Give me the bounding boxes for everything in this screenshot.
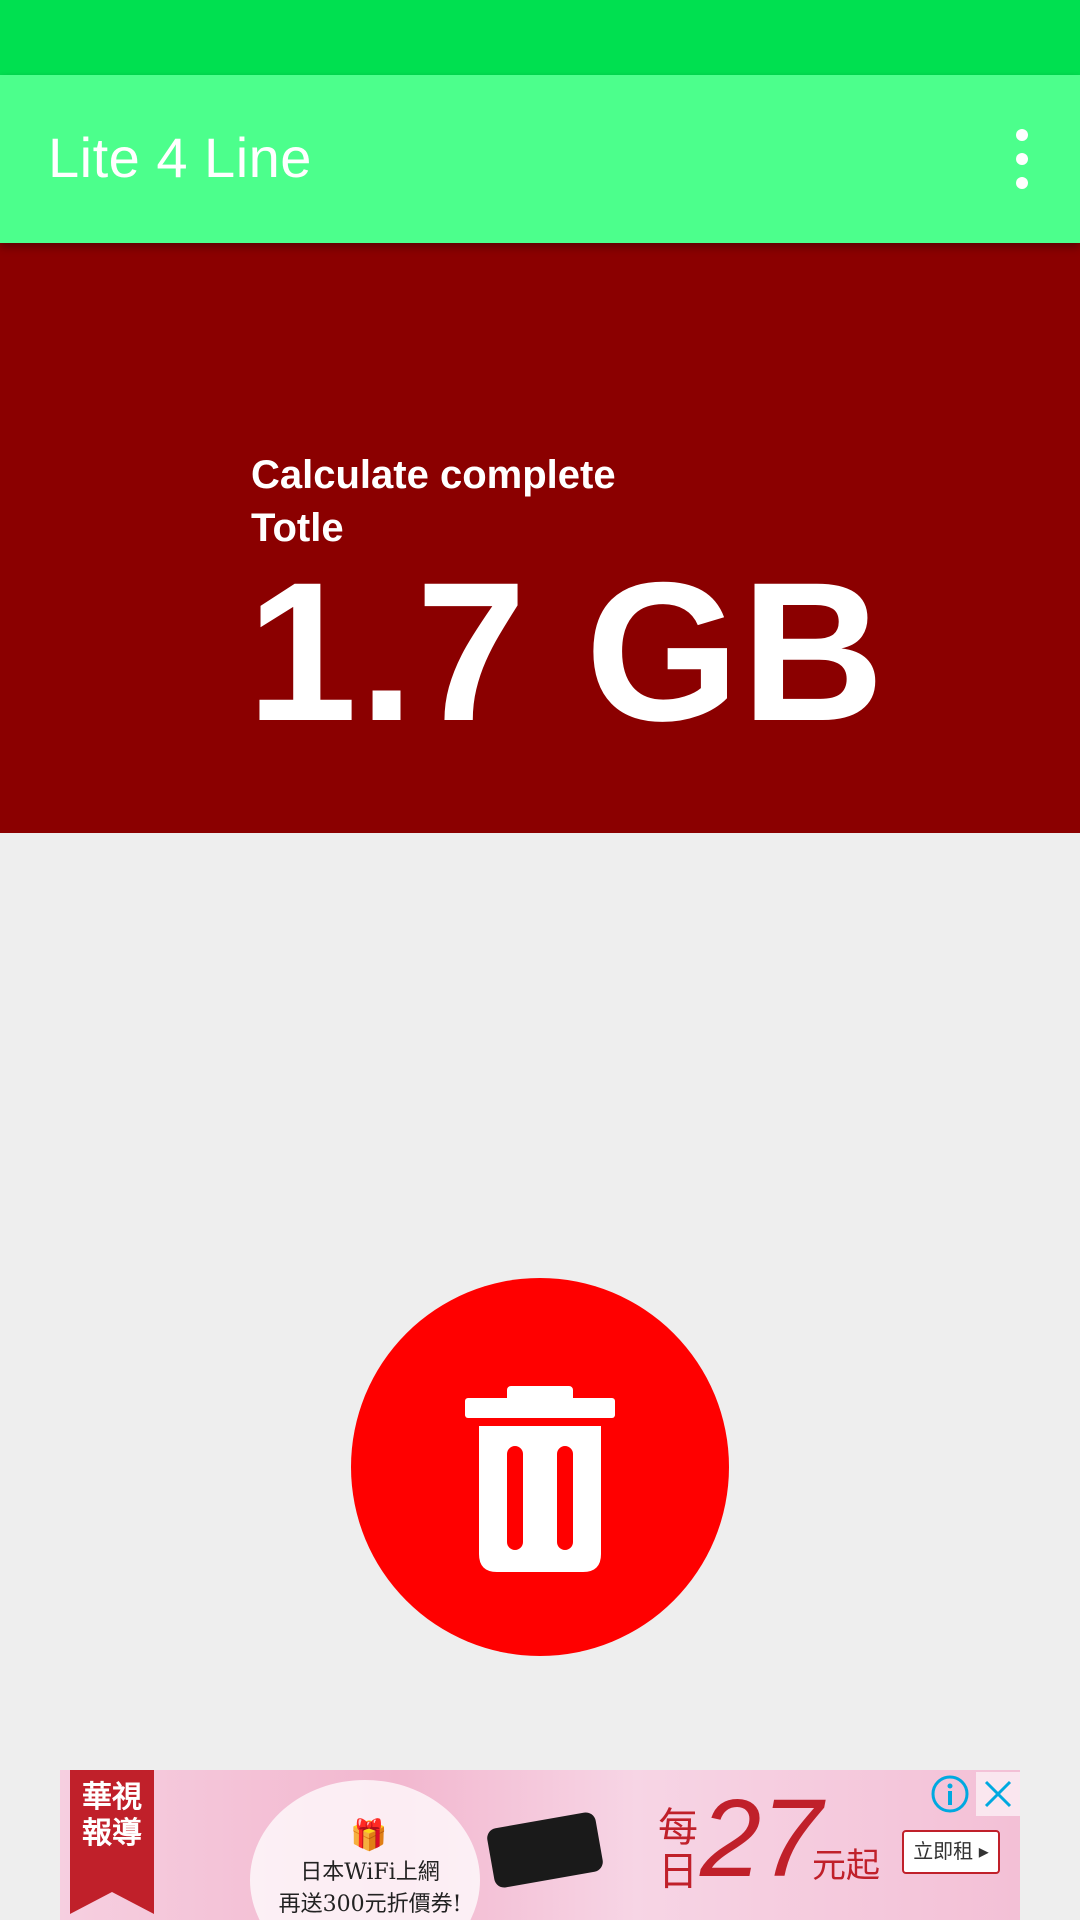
ad-text-line2: 再送300元折價券! (278, 1892, 462, 1917)
ad-unit: 元起 (812, 1846, 880, 1886)
wifi-device-image (485, 1810, 605, 1890)
ad-text-line1: 日本WiFi上網 (300, 1860, 440, 1885)
ad-cta-button[interactable]: 立即租 ▸ (902, 1830, 1000, 1874)
total-size: 1.7 GB (247, 541, 887, 762)
ad-daily: 每 日 (658, 1806, 698, 1894)
summary-panel: Calculate complete Totle 1.7 GB (0, 243, 1080, 833)
ad-daily-line1: 每 (658, 1805, 698, 1851)
ad-ribbon-line2: 報導 (82, 1817, 142, 1850)
info-icon[interactable] (928, 1772, 972, 1816)
app-bar: Lite 4 Line (0, 75, 1080, 243)
more-vert-icon[interactable] (994, 123, 1050, 195)
app-title: Lite 4 Line (48, 126, 312, 189)
summary-label: Calculate complete (251, 453, 616, 497)
trash-icon (465, 1386, 615, 1572)
ad-ribbon-line1: 華視 (82, 1781, 142, 1814)
ad-ribbon: 華視 報導 (70, 1770, 154, 1914)
ad-daily-line2: 日 (658, 1849, 698, 1895)
close-icon[interactable] (976, 1772, 1020, 1816)
ad-price: 27 (700, 1777, 823, 1900)
status-bar (0, 0, 1080, 75)
ad-banner[interactable]: 華視 報導 🎁 日本WiFi上網 再送300元折價券! 每 日 27 元起 立即… (60, 1770, 1020, 1920)
delete-button[interactable] (351, 1278, 729, 1656)
gift-icon: 🎁 (350, 1819, 388, 1852)
